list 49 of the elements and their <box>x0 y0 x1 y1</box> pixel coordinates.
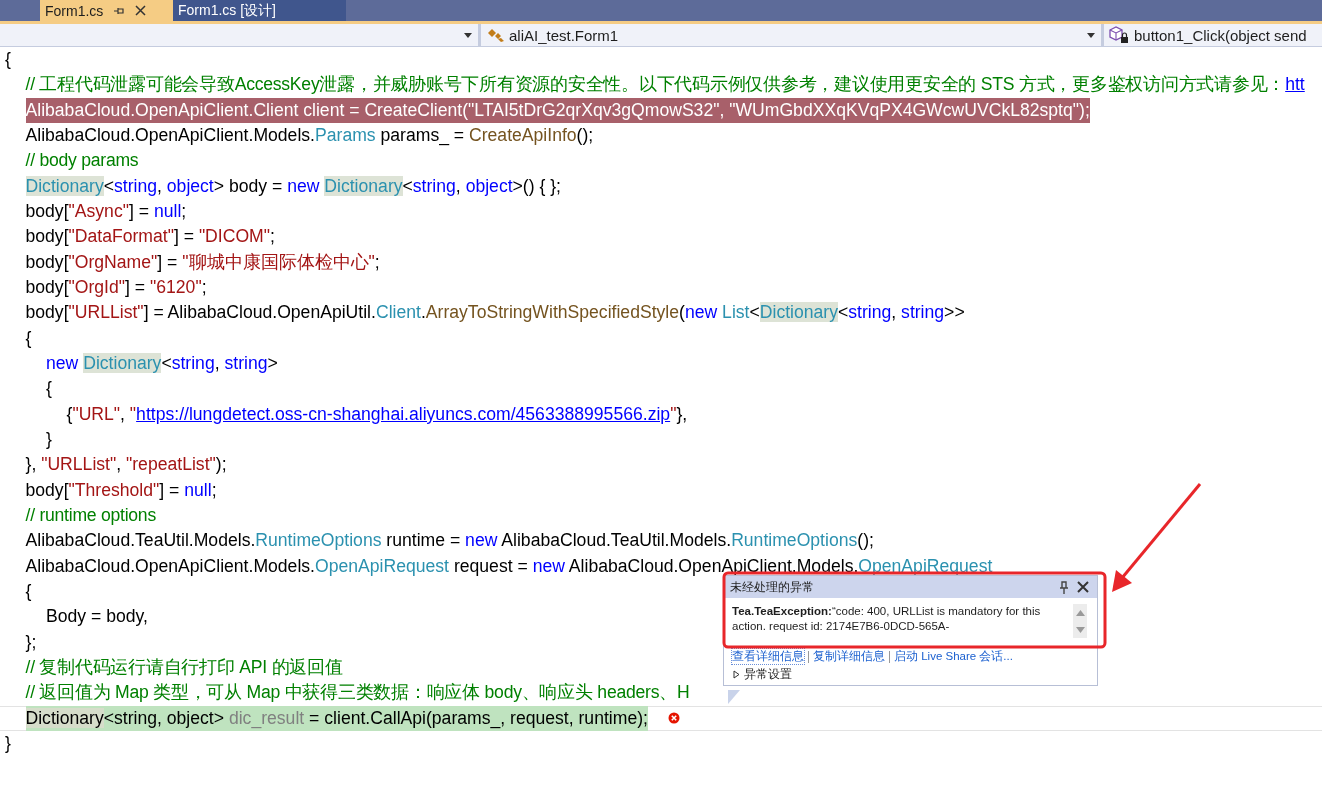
code-line: body["DataFormat"] = "DICOM"; <box>25 225 275 249</box>
code-line: body["Async"] = null; <box>25 199 187 223</box>
code-line: Body = body, <box>46 605 148 629</box>
code-line: new Dictionary<string, string> <box>46 351 278 375</box>
popup-pointer <box>728 690 740 704</box>
navigation-dropdown[interactable]: aliAI_test.Form1 <box>481 24 1104 46</box>
close-icon[interactable] <box>135 5 147 16</box>
navigation-dropdown[interactable]: button1_Click(object send <box>1104 24 1322 46</box>
document-tab[interactable]: Form1.cs <box>40 0 173 21</box>
close-icon[interactable] <box>1077 581 1089 593</box>
code-line: // 返回值为 Map 类型，可从 Map 中获得三类数据：响应体 body、响应头 headers、H <box>25 681 690 705</box>
code-line: }; <box>25 630 37 654</box>
class-icon <box>487 27 505 43</box>
caret-icon <box>1087 32 1095 38</box>
link[interactable]: https://lungdetect.oss-cn-shanghai.aliyuncs.com/4563388995566.zip <box>136 403 671 424</box>
pin-icon[interactable] <box>1059 580 1069 594</box>
code-line: body["Threshold"] = null; <box>25 478 217 502</box>
code-line: { <box>46 377 52 401</box>
code-line: // 复制代码运行请自行打印 API 的返回值 <box>25 655 343 679</box>
code-line: body["OrgId"] = "6120"; <box>25 275 207 299</box>
code-line: { <box>5 48 11 71</box>
code-line: body["URLList"] = AlibabaCloud.OpenApiUtil.Client.ArrayToStringWithSpecifiedStyle(new List<Dictionary<string, string>> <box>25 301 965 325</box>
code-line: } <box>46 427 52 451</box>
code-line: } <box>5 731 11 755</box>
scroll-bar[interactable] <box>1073 604 1087 638</box>
code-line: // 工程代码泄露可能会导致AccessKey泄露，并威胁账号下所有资源的安全性。以下代码示例仅供参考，建议使用更安全的 STS 方式，更多鉴权访问方式请参见：htt <box>25 73 1305 97</box>
exception-settings-expander[interactable]: 异常设置 <box>724 665 1097 685</box>
link[interactable]: htt <box>1285 74 1305 95</box>
code-line: // runtime options <box>25 503 156 527</box>
exception-message: Tea.TeaException:“code: 400, URLList is mandatory for this action. request id: 2174E7B6-0DCD-565A- <box>732 604 1042 634</box>
caret-icon <box>464 32 472 38</box>
code-line: { <box>25 579 32 603</box>
code-line: {"URL", "https://lungdetect.oss-cn-shanghai.aliyuncs.com/4563388995566.zip"}, <box>66 402 688 426</box>
code-line: { <box>25 326 32 350</box>
locked-method-icon <box>1108 26 1130 44</box>
code-line: AlibabaCloud.OpenApiClient.Models.OpenApiRequest request = new AlibabaCloud.OpenApiClient.Models.OpenApiRequest <box>25 554 993 578</box>
code-line: Dictionary<string, object> body = new Dictionary<string, object>() { }; <box>25 174 561 198</box>
code-line: // body params <box>25 149 139 173</box>
error-icon <box>667 712 680 725</box>
popup-title: 未经处理的异常 <box>730 579 815 595</box>
code-line: }, "URLList", "repeatList"); <box>25 453 227 477</box>
popup-link[interactable]: 复制详细信息 <box>813 649 885 664</box>
expand-arrow-icon <box>732 670 741 679</box>
popup-link[interactable]: 启动 Live Share 会话... <box>894 649 1013 664</box>
document-tab[interactable]: Form1.cs [设计] <box>173 0 346 21</box>
code-line: body["OrgName"] = "聊城中康国际体检中心"; <box>25 250 380 274</box>
code-line: AlibabaCloud.TeaUtil.Models.RuntimeOptions runtime = new AlibabaCloud.TeaUtil.Models.RuntimeOptions(); <box>25 529 874 553</box>
code-line: AlibabaCloud.OpenApiClient.Models.Params params_ = CreateApiInfo(); <box>25 124 594 148</box>
popup-link[interactable]: 查看详细信息 <box>732 649 804 664</box>
